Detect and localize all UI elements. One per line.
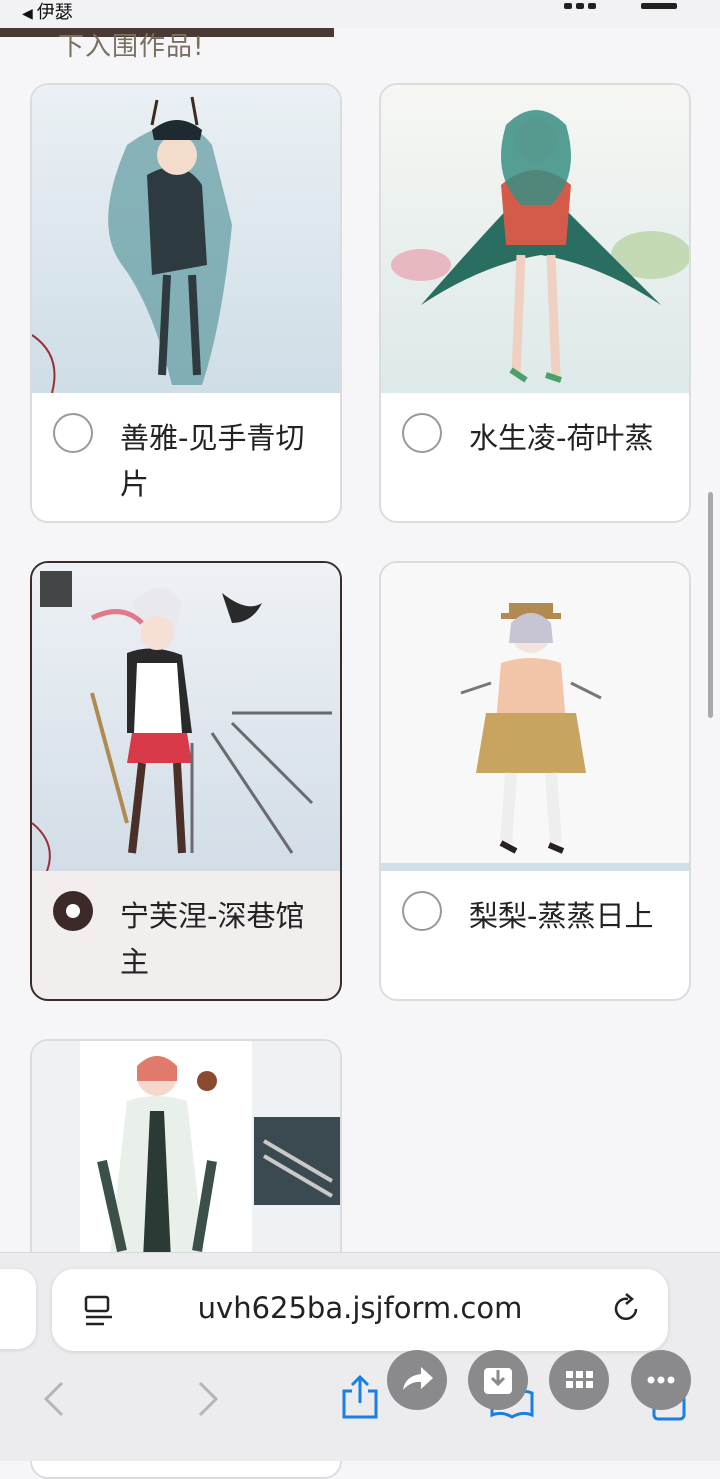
download-icon [484,1368,512,1394]
reload-icon[interactable] [612,1293,642,1329]
forward-share-icon [403,1367,433,1390]
option-card[interactable]: 善雅-见手青切片 [30,83,342,523]
forward-share-button[interactable] [387,1350,447,1410]
url-text: uvh625ba.jsjform.com [197,1291,523,1325]
browser-toolbar: uvh625ba.jsjform.com [0,1252,720,1461]
radio-button[interactable] [402,413,442,453]
more-button[interactable] [631,1350,691,1410]
option-caption[interactable]: 梨梨-蒸蒸日上 [381,871,689,965]
download-button[interactable] [468,1350,528,1410]
option-card-selected[interactable]: 宁芙涅-深巷馆主 [30,561,342,1001]
option-image [381,563,689,871]
back-to-app-button[interactable]: ◀ 伊瑟 [22,0,73,24]
option-label: 梨梨-蒸蒸日上 [469,899,654,933]
option-image [381,85,689,393]
radio-button[interactable] [53,413,93,453]
grid-button[interactable] [549,1350,609,1410]
option-caption[interactable]: 善雅-见手青切片 [32,393,340,521]
status-indicators [560,0,680,9]
radio-button[interactable] [402,891,442,931]
option-card[interactable]: 水生凌-荷叶蒸 [379,83,691,523]
previous-tab-peek[interactable] [0,1269,36,1349]
back-arrow-icon: ◀ [22,6,33,22]
option-image [32,85,340,393]
grid-icon [566,1371,593,1388]
status-bar: ◀ 伊瑟 [0,0,720,28]
option-caption[interactable]: 水生凌-荷叶蒸 [381,393,689,487]
address-bar[interactable]: uvh625ba.jsjform.com [52,1269,668,1351]
back-app-label: 伊瑟 [36,2,73,23]
option-label: 善雅-见手青切片 [120,421,305,501]
chevron-right-icon[interactable] [194,1379,222,1423]
option-card[interactable]: 梨梨-蒸蒸日上 [379,561,691,1001]
option-image [32,563,340,871]
intro-text: 下入围作品! [58,32,205,62]
chevron-left-icon[interactable] [40,1379,68,1423]
share-icon[interactable] [340,1373,380,1425]
vertical-scrollbar[interactable] [708,492,713,718]
more-icon [647,1376,675,1384]
option-label: 水生凌-荷叶蒸 [469,421,654,455]
option-label: 宁芙涅-深巷馆主 [120,899,305,979]
option-caption[interactable]: 宁芙涅-深巷馆主 [32,871,340,999]
radio-button-checked[interactable] [53,891,93,931]
